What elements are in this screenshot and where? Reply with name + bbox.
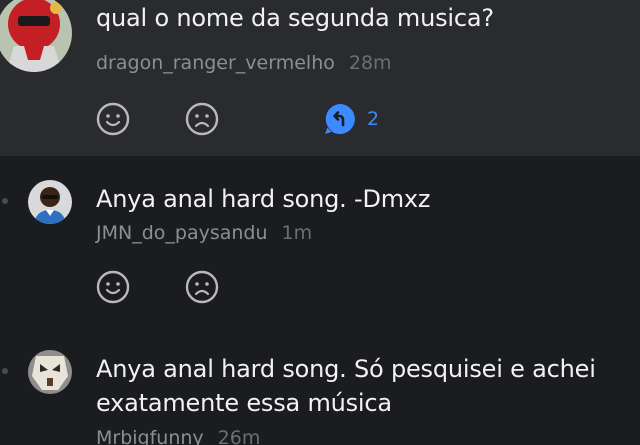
comment-text: Anya anal hard song. -Dmxz [96, 185, 431, 213]
timestamp: 28m [348, 52, 392, 74]
username[interactable]: JMN_do_paysandu [96, 222, 268, 244]
frown-icon[interactable] [185, 270, 219, 304]
comment-reply: Anya anal hard song. -Dmxz JMN_do_paysan… [0, 156, 640, 334]
timestamp: 1m [281, 222, 313, 244]
comment-reply: Anya anal hard song. Só pesquisei e ache… [0, 334, 640, 445]
comment-text: qual o nome da segunda musica? [96, 4, 494, 32]
comment-thread: qual o nome da segunda musica? dragon_ra… [0, 0, 640, 445]
comment-parent: qual o nome da segunda musica? dragon_ra… [0, 0, 640, 156]
timestamp: 26m [217, 427, 261, 445]
comment-meta: Mrbigfunny 26m [96, 427, 260, 445]
comment-meta: JMN_do_paysandu 1m [96, 222, 312, 244]
replies-button[interactable]: 2 [323, 102, 379, 136]
username[interactable]: dragon_ranger_vermelho [96, 52, 335, 74]
comment-meta: dragon_ranger_vermelho 28m [96, 52, 392, 74]
reply-count: 2 [367, 108, 380, 130]
username[interactable]: Mrbigfunny [96, 427, 204, 445]
avatar[interactable] [28, 180, 72, 224]
thread-indicator [2, 198, 8, 204]
avatar[interactable] [28, 350, 72, 394]
comment-text: Anya anal hard song. Só pesquisei e ache… [96, 355, 596, 417]
thread-indicator [2, 368, 8, 374]
smile-icon[interactable] [96, 270, 130, 304]
reply-arrow-icon [325, 104, 355, 134]
smile-icon[interactable] [96, 102, 130, 136]
frown-icon[interactable] [185, 102, 219, 136]
avatar[interactable] [0, 0, 72, 72]
